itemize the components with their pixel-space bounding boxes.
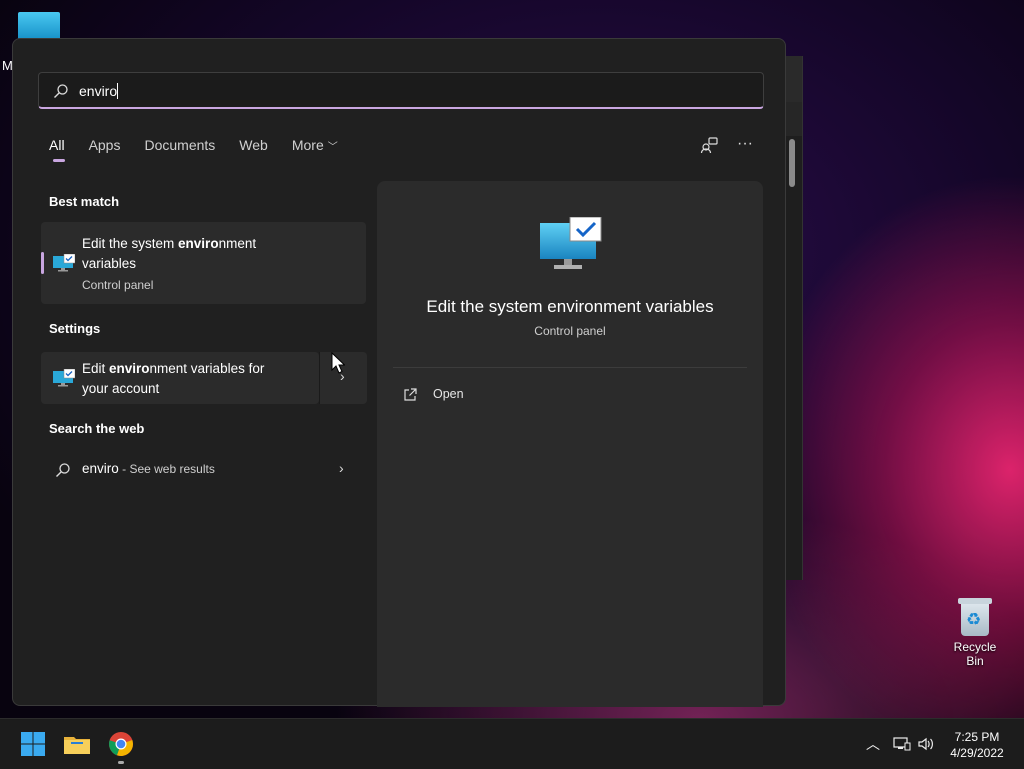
recycle-bin-label: Recycle Bin	[953, 640, 997, 668]
settings-result-title: Edit environment variables for your accou…	[82, 361, 265, 396]
show-hidden-icons-chevron-icon[interactable]: ︿	[866, 734, 880, 754]
best-match-heading: Best match	[49, 194, 120, 209]
tab-apps[interactable]: Apps	[89, 137, 121, 153]
result-preview-pane: Edit the system environment variables Co…	[377, 181, 763, 707]
filter-tabs: All Apps Documents Web More ﹀	[49, 137, 362, 162]
open-action[interactable]: Open	[403, 387, 464, 401]
monitor-check-icon	[53, 369, 75, 387]
preview-subtitle: Control panel	[534, 324, 606, 338]
best-match-title: Edit the system environment variables	[82, 236, 257, 271]
selection-accent	[41, 252, 44, 274]
desktop-icon-partial[interactable]	[18, 12, 60, 40]
tab-web[interactable]: Web	[239, 137, 268, 153]
system-clock[interactable]: 7:25 PM 4/29/2022	[946, 729, 1008, 761]
more-options-icon[interactable]: ···	[737, 135, 755, 153]
best-match-result[interactable]: Edit the system environment variables Con…	[41, 222, 366, 304]
search-panel: enviro All Apps Documents Web More ﹀ ··· …	[12, 38, 795, 707]
preview-divider	[393, 367, 747, 368]
tab-more[interactable]: More ﹀	[292, 137, 338, 153]
chevron-right-icon: ›	[339, 460, 344, 476]
taskbar: ︿ 7:25 PM 4/29/2022	[0, 718, 1024, 769]
search-query-text: enviro	[79, 83, 118, 99]
recycle-bin-desktop-icon[interactable]: ♻ Recycle Bin	[944, 596, 1006, 668]
search-icon	[54, 84, 68, 98]
search-icon	[56, 463, 70, 477]
tab-documents[interactable]: Documents	[144, 137, 215, 153]
scrollbar-thumb[interactable]	[789, 139, 795, 187]
mouse-cursor-icon	[331, 352, 345, 374]
monitor-check-icon	[53, 254, 75, 272]
clock-date: 4/29/2022	[950, 746, 1004, 760]
network-icon[interactable]	[893, 736, 911, 752]
open-action-label: Open	[433, 387, 464, 401]
chevron-down-icon: ﹀	[327, 142, 338, 153]
search-web-heading: Search the web	[49, 421, 145, 436]
web-search-result[interactable]: enviro - See web results ›	[41, 455, 366, 485]
recycle-bin-icon: ♻	[958, 596, 992, 636]
tab-all[interactable]: All	[49, 137, 65, 162]
chrome-icon[interactable]	[106, 729, 136, 759]
open-external-icon	[404, 388, 417, 401]
account-share-icon[interactable]	[700, 136, 718, 154]
text-caret	[117, 83, 119, 99]
preview-title: Edit the system environment variables	[426, 297, 714, 316]
file-explorer-icon[interactable]	[62, 729, 92, 759]
web-search-text: enviro - See web results	[82, 461, 215, 476]
settings-heading: Settings	[49, 321, 101, 336]
clock-time: 7:25 PM	[954, 730, 1000, 744]
search-input[interactable]: enviro	[38, 72, 764, 109]
volume-icon[interactable]	[917, 736, 935, 752]
best-match-subtitle: Control panel	[82, 278, 154, 292]
running-indicator	[118, 761, 124, 764]
windows-start-icon[interactable]	[18, 729, 48, 759]
settings-result[interactable]: Edit environment variables for your accou…	[41, 352, 319, 404]
monitor-check-icon	[540, 217, 602, 269]
